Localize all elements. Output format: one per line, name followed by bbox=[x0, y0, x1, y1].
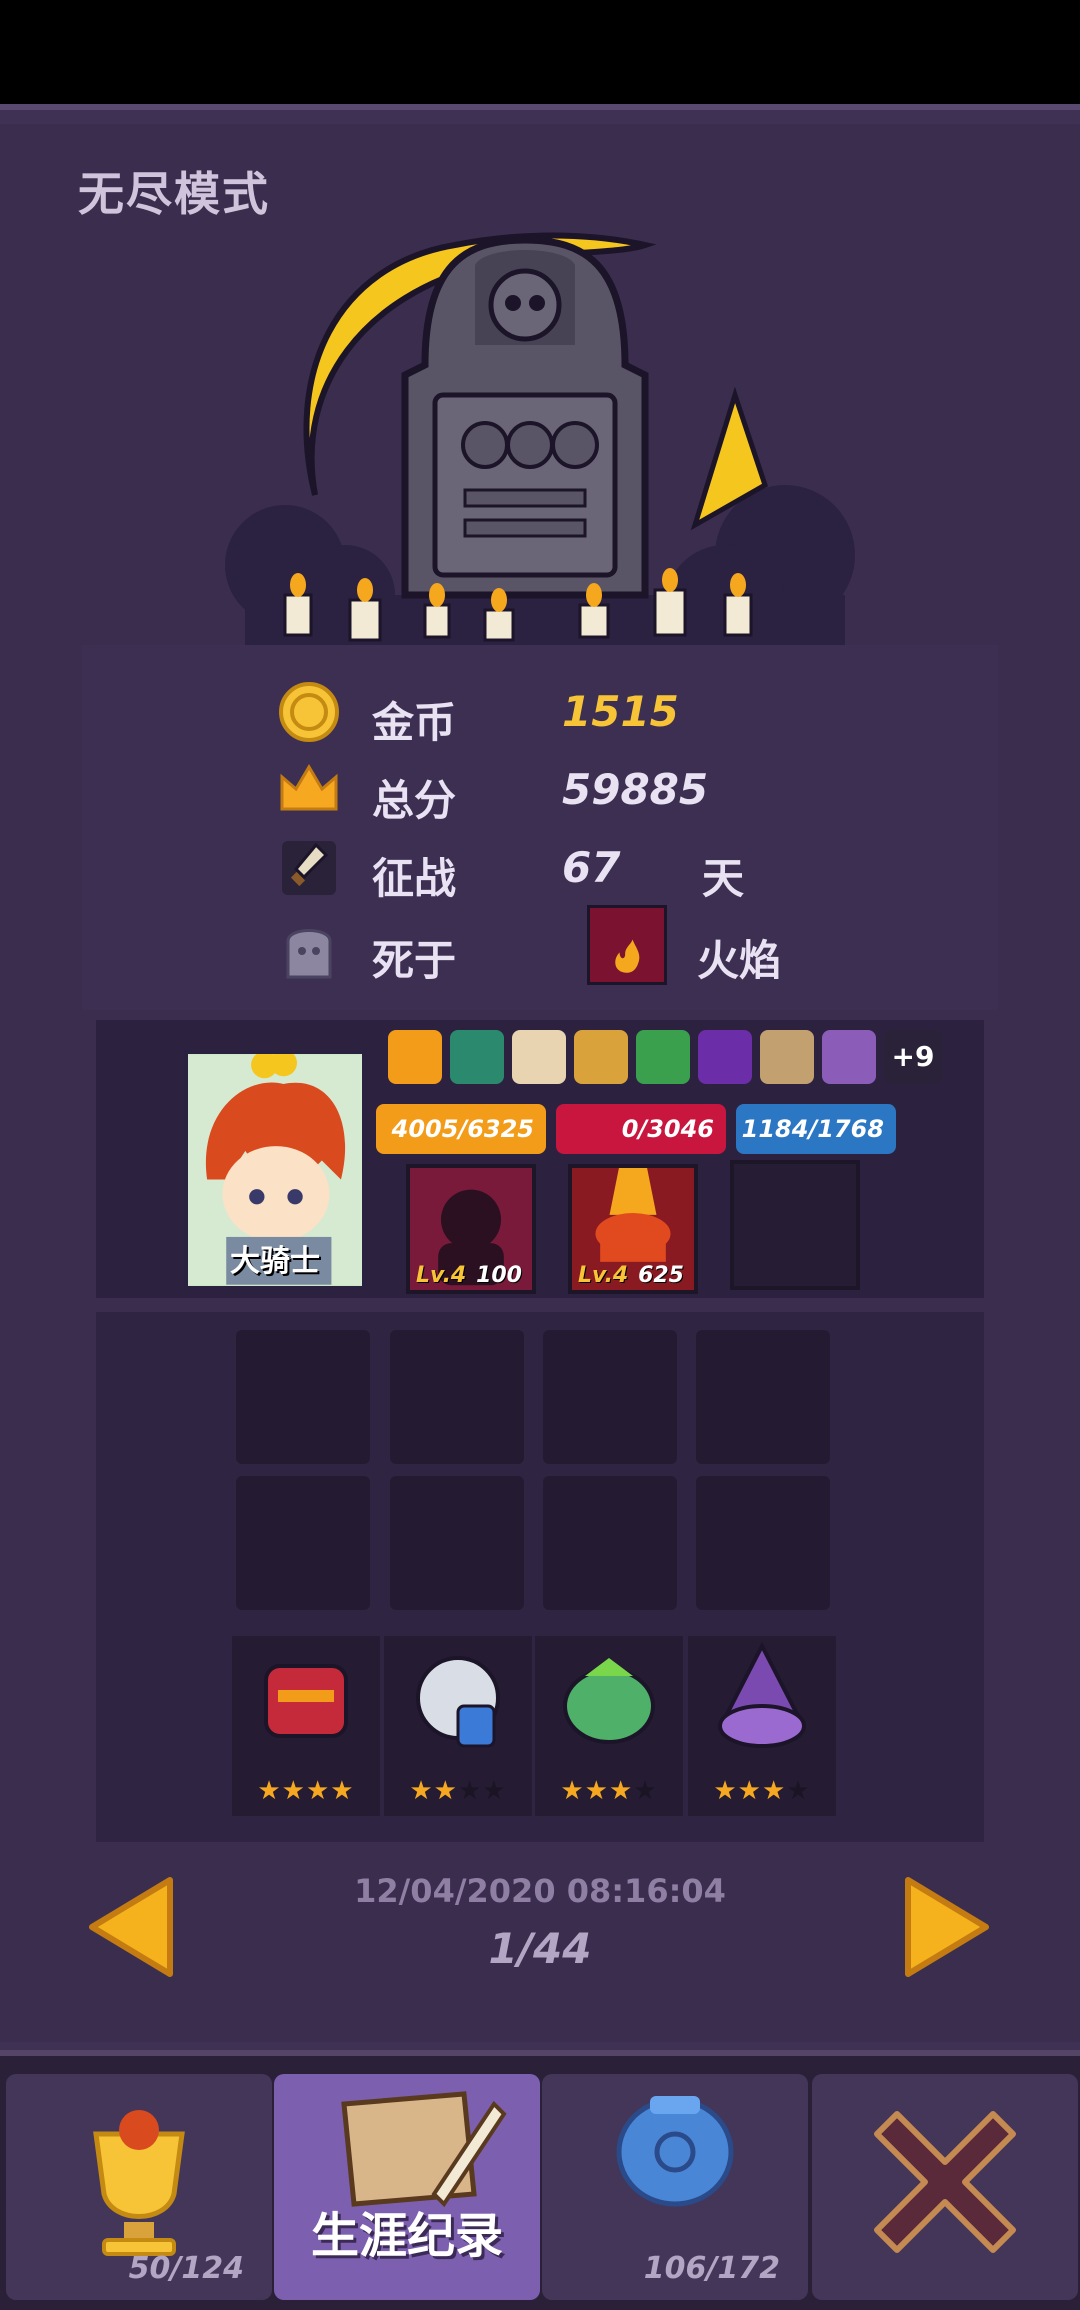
pot-count: 106/172 bbox=[643, 2251, 780, 2286]
inventory-slot[interactable] bbox=[696, 1476, 830, 1610]
campaign-unit: 天 bbox=[702, 854, 745, 903]
score-row: 总分 59885 bbox=[82, 755, 998, 825]
green-owl-icon bbox=[563, 1658, 655, 1744]
empty-skill-slot[interactable] bbox=[730, 1160, 860, 1290]
hero-name: 大骑士 bbox=[230, 1244, 320, 1279]
vip-icon[interactable] bbox=[698, 1030, 752, 1084]
death-cause: 火焰 bbox=[697, 936, 782, 985]
tab-pot[interactable]: 106/172 bbox=[542, 2074, 808, 2300]
record-page: 1/44 bbox=[488, 1924, 592, 1973]
tab-trophy[interactable]: 50/124 bbox=[6, 2074, 272, 2300]
skill-level: Lv.4 bbox=[416, 1263, 467, 1288]
death-label: 死于 bbox=[372, 936, 457, 985]
tab-career-label: 生涯纪录 bbox=[310, 2208, 503, 2264]
mode-title: 无尽模式 bbox=[78, 167, 270, 221]
horn-skill[interactable]: Lv.4 625 bbox=[568, 1164, 698, 1294]
stats-card: 金币 1515 总分 59885 征战 67 天 死于 火焰 bbox=[82, 645, 998, 1010]
crown-icon bbox=[280, 764, 338, 811]
inventory-slot[interactable] bbox=[236, 1476, 370, 1610]
score-value: 59885 bbox=[562, 765, 709, 814]
inventory-slot[interactable] bbox=[390, 1476, 524, 1610]
sword-icon bbox=[282, 841, 336, 895]
gold-row: 金币 1515 bbox=[82, 677, 998, 747]
status-bar bbox=[0, 0, 1080, 104]
red-knight-pet[interactable]: ★★★★ bbox=[232, 1636, 380, 1816]
grave-icon bbox=[286, 929, 332, 979]
armored-knight-icon bbox=[416, 1656, 500, 1748]
sign-icon[interactable] bbox=[760, 1030, 814, 1084]
flame-icon bbox=[587, 905, 667, 985]
campaign-value: 67 bbox=[562, 843, 621, 892]
health-bar: 0/3046 bbox=[556, 1104, 726, 1154]
armored-knight-pet[interactable]: ★★★★ bbox=[384, 1636, 532, 1816]
witch-icon bbox=[718, 1641, 806, 1748]
axe-icon[interactable] bbox=[822, 1030, 876, 1084]
trophy-count: 50/124 bbox=[128, 2251, 244, 2286]
death-row: 死于 火焰 bbox=[82, 905, 998, 985]
more-buffs-badge[interactable]: +9 bbox=[884, 1030, 942, 1084]
tab-close[interactable] bbox=[812, 2074, 1078, 2300]
tab-career[interactable]: 生涯纪录 bbox=[274, 2074, 540, 2300]
hero-portrait[interactable]: 大骑士 bbox=[184, 1050, 366, 1290]
red-knight-icon bbox=[264, 1664, 348, 1738]
energy-bar: 1184/1768 bbox=[736, 1104, 896, 1154]
score-label: 总分 bbox=[372, 776, 457, 825]
inventory-slot[interactable] bbox=[543, 1330, 677, 1464]
campaign-label: 征战 bbox=[372, 854, 457, 903]
shield-icon[interactable] bbox=[574, 1030, 628, 1084]
scroll-icon[interactable] bbox=[512, 1030, 566, 1084]
shadow-skill[interactable]: Lv.4 100 bbox=[406, 1164, 536, 1294]
tombstone-illustration bbox=[225, 232, 855, 645]
skill-level: Lv.4 bbox=[578, 1263, 629, 1288]
inventory-slot[interactable] bbox=[543, 1476, 677, 1610]
gold-label: 金币 bbox=[372, 698, 457, 747]
plant-icon[interactable] bbox=[636, 1030, 690, 1084]
coin-icon bbox=[279, 682, 339, 742]
pet-stars: ★★★★ bbox=[560, 1776, 658, 1806]
pet-stars: ★★★★ bbox=[713, 1776, 811, 1806]
green-owl-pet[interactable]: ★★★★ bbox=[535, 1636, 683, 1816]
scroll-quill-icon bbox=[341, 2091, 507, 2208]
campaign-row: 征战 67 天 bbox=[82, 833, 998, 903]
inventory-slot[interactable] bbox=[236, 1330, 370, 1464]
witch-pet[interactable]: ★★★★ bbox=[688, 1636, 836, 1816]
slime-icon[interactable] bbox=[450, 1030, 504, 1084]
pet-stars: ★★★★ bbox=[257, 1776, 355, 1806]
skill-value: 100 bbox=[476, 1263, 522, 1288]
record-timestamp: 12/04/2020 08:16:04 bbox=[354, 1872, 726, 1910]
inventory-slot[interactable] bbox=[390, 1330, 524, 1464]
close-icon bbox=[874, 2111, 1016, 2253]
pet-stars: ★★★★ bbox=[409, 1776, 507, 1806]
armor-bar: 4005/6325 bbox=[376, 1104, 546, 1154]
inventory-slot[interactable] bbox=[696, 1330, 830, 1464]
flower-icon[interactable] bbox=[388, 1030, 442, 1084]
skill-value: 625 bbox=[638, 1263, 684, 1288]
gold-value: 1515 bbox=[562, 687, 679, 736]
